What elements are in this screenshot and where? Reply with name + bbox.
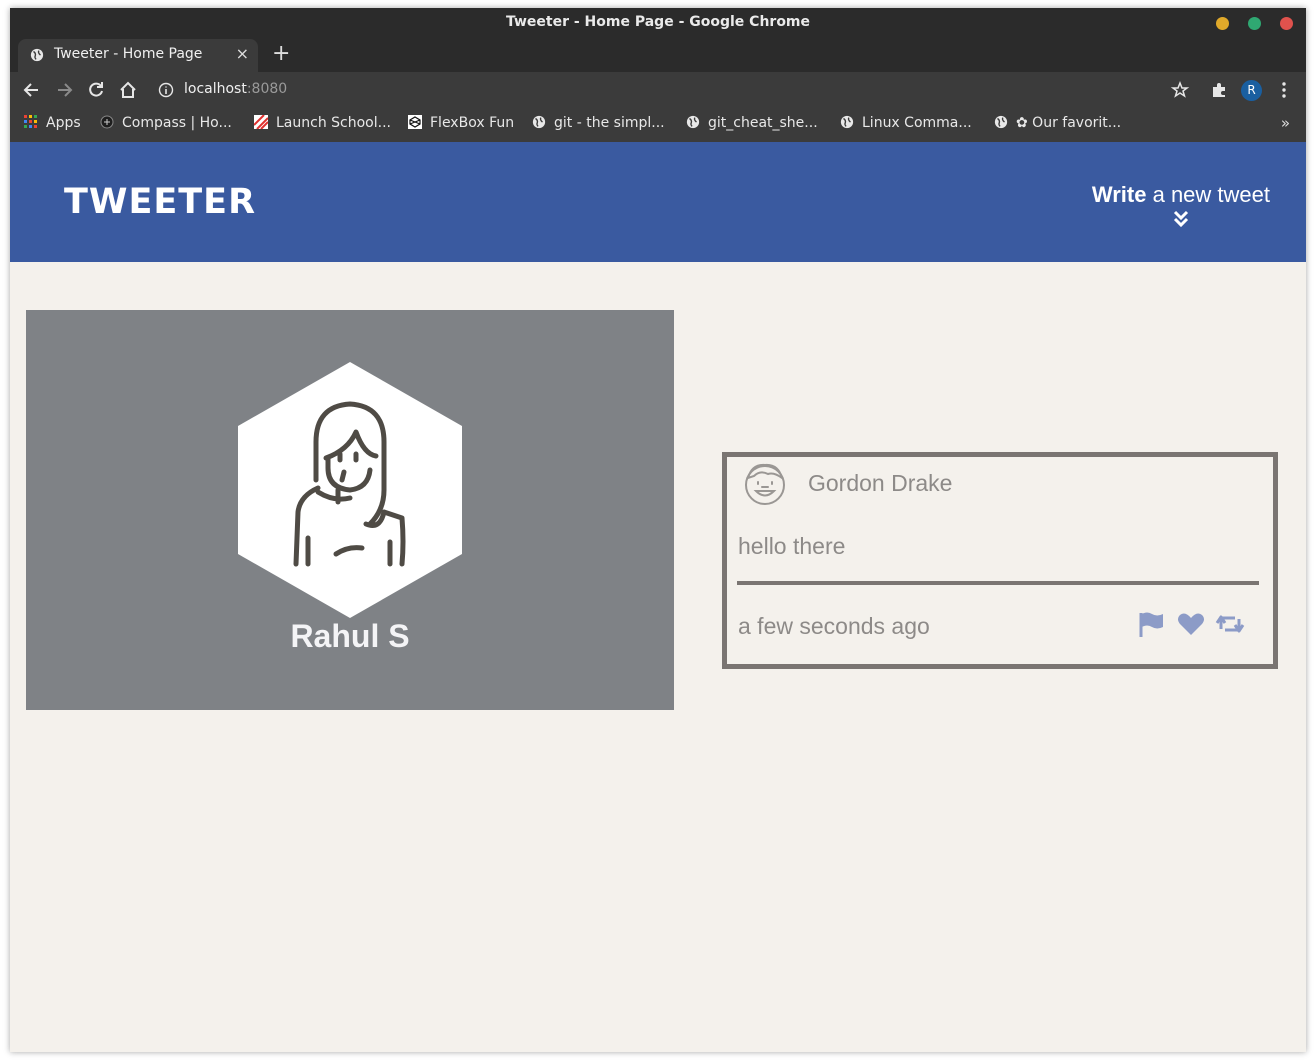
maximize-button[interactable] (1248, 17, 1261, 30)
bookmarks-bar: Apps Compass | Ho... Launch School... Fl… (10, 108, 1306, 142)
bookmark-star-icon[interactable] (1170, 80, 1190, 100)
bookmarks-overflow-button[interactable]: » (1281, 114, 1290, 132)
bookmark-linux-commands[interactable]: Linux Comma... (840, 115, 972, 131)
extensions-icon[interactable] (1209, 80, 1229, 100)
flag-icon[interactable] (1137, 609, 1167, 639)
menu-dots-icon[interactable] (1274, 80, 1294, 100)
tweet-author-avatar (745, 463, 785, 505)
tab-strip: Tweeter - Home Page × + (10, 38, 1306, 72)
profile-avatar-hexagon (238, 362, 462, 618)
apps-grid-icon (24, 115, 37, 128)
launch-school-icon (254, 115, 268, 129)
heart-icon[interactable] (1176, 609, 1206, 639)
site-nav: TWEETER Write a new tweet (10, 142, 1306, 262)
new-tab-button[interactable]: + (272, 41, 290, 66)
compose-rest-text: a new tweet (1146, 182, 1270, 207)
home-icon[interactable] (118, 80, 138, 100)
tweet-content: hello there (738, 533, 846, 559)
site-info-icon[interactable] (158, 82, 174, 98)
tab-close-icon[interactable]: × (236, 44, 249, 63)
tweet-timestamp: a few seconds ago (738, 613, 930, 639)
forward-arrow-icon[interactable] (54, 80, 74, 100)
bookmark-git-cheat-sheet[interactable]: git_cheat_she... (686, 115, 818, 131)
bookmark-our-favorites[interactable]: ✿ Our favorit... (994, 115, 1121, 131)
bookmark-apps[interactable]: Apps (24, 115, 81, 131)
globe-icon (686, 115, 700, 129)
bookmark-git-simple[interactable]: git - the simpl... (532, 115, 665, 131)
codepen-icon (408, 115, 422, 129)
back-arrow-icon[interactable] (22, 80, 42, 100)
site-logo[interactable]: TWEETER (64, 182, 256, 222)
address-toolbar: localhost:8080 R (10, 72, 1306, 108)
compose-bold-text: Write (1091, 182, 1147, 207)
bookmark-flexbox-fun[interactable]: FlexBox Fun (408, 115, 514, 131)
profile-card: Rahul S (26, 310, 674, 710)
compose-toggle[interactable]: Write a new tweet (1092, 182, 1270, 228)
url-text: localhost:8080 (184, 81, 288, 97)
tab-title: Tweeter - Home Page (54, 46, 203, 62)
globe-icon (840, 115, 854, 129)
tweet-author-name: Gordon Drake (808, 470, 953, 496)
profile-avatar[interactable]: R (1241, 80, 1262, 101)
title-bar: Tweeter - Home Page - Google Chrome (10, 8, 1306, 38)
profile-name: Rahul S (290, 618, 410, 654)
bookmark-compass[interactable]: Compass | Ho... (100, 115, 232, 131)
globe-icon (994, 115, 1008, 129)
reload-icon[interactable] (86, 80, 106, 100)
tab-active[interactable]: Tweeter - Home Page × (18, 39, 258, 72)
globe-icon (30, 48, 44, 62)
double-chevron-down-icon[interactable] (1173, 210, 1189, 228)
tweet-divider (737, 581, 1259, 585)
retweet-icon[interactable] (1215, 609, 1245, 639)
bookmark-launch-school[interactable]: Launch School... (254, 115, 391, 131)
close-window-button[interactable] (1280, 17, 1293, 30)
minimize-button[interactable] (1216, 17, 1229, 30)
address-bar[interactable]: localhost:8080 (150, 76, 1170, 104)
page-content: TWEETER Write a new tweet Rahul S Gordon… (10, 142, 1306, 1052)
browser-window: Tweeter - Home Page - Google Chrome Twee… (10, 8, 1306, 1052)
tweet-card: Gordon Drake hello there a few seconds a… (722, 452, 1278, 669)
compass-icon (100, 115, 114, 129)
globe-icon (532, 115, 546, 129)
window-title: Tweeter - Home Page - Google Chrome (505, 14, 811, 30)
